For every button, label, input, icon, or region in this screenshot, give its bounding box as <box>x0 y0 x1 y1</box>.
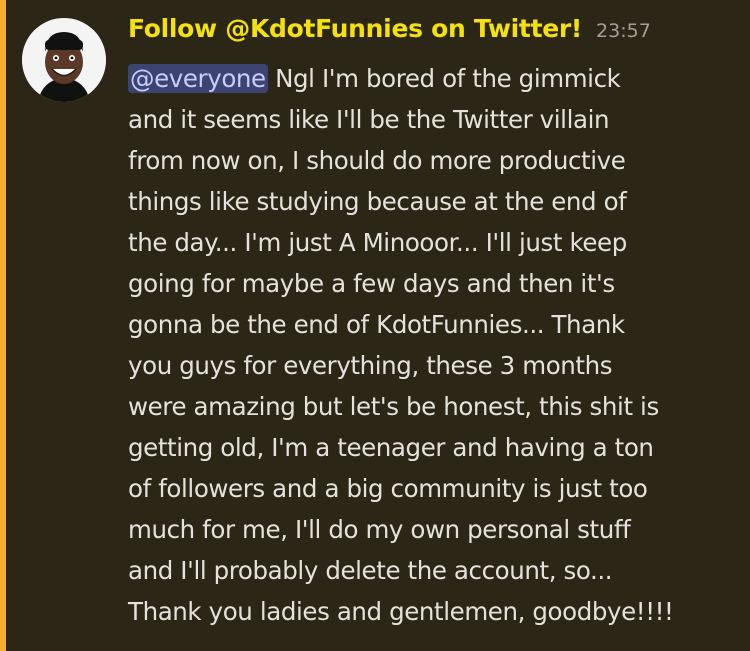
message-line: from now on, I should do more productive <box>128 146 626 175</box>
message-line: things like studying because at the end … <box>128 187 627 216</box>
avatar-face-icon <box>22 18 106 102</box>
message-line: going for maybe a few days and then it's <box>128 269 615 298</box>
everyone-mention[interactable]: @everyone <box>128 64 268 93</box>
message-line: and it seems like I'll be the Twitter vi… <box>128 105 610 134</box>
message-text: Ngl I'm bored of the gimmick <box>267 64 621 93</box>
message-line: getting old, I'm a teenager and having a… <box>128 433 654 462</box>
message-content: Follow @KdotFunnies on Twitter! 23:57 @e… <box>128 14 738 632</box>
message-line: and I'll probably delete the account, so… <box>128 556 613 585</box>
message-line: @everyone Ngl I'm bored of the gimmick <box>128 58 738 99</box>
username[interactable]: Follow @KdotFunnies on Twitter! <box>128 14 582 43</box>
message-header: Follow @KdotFunnies on Twitter! 23:57 <box>128 14 738 54</box>
chat-message: Follow @KdotFunnies on Twitter! 23:57 @e… <box>0 0 750 651</box>
message-line: gonna be the end of KdotFunnies... Thank <box>128 310 625 339</box>
mention-highlight-bar <box>0 0 6 651</box>
timestamp[interactable]: 23:57 <box>596 20 651 42</box>
message-line: of followers and a big community is just… <box>128 474 648 503</box>
message-line: much for me, I'll do my own personal stu… <box>128 515 631 544</box>
message-line: were amazing but let's be honest, this s… <box>128 392 659 421</box>
message-line: you guys for everything, these 3 months <box>128 351 613 380</box>
message-line: the day... I'm just A Minooor... I'll ju… <box>128 228 627 257</box>
message-body: @everyone Ngl I'm bored of the gimmick a… <box>128 58 738 632</box>
avatar[interactable] <box>22 18 106 102</box>
message-line: Thank you ladies and gentlemen, goodbye!… <box>128 597 674 626</box>
